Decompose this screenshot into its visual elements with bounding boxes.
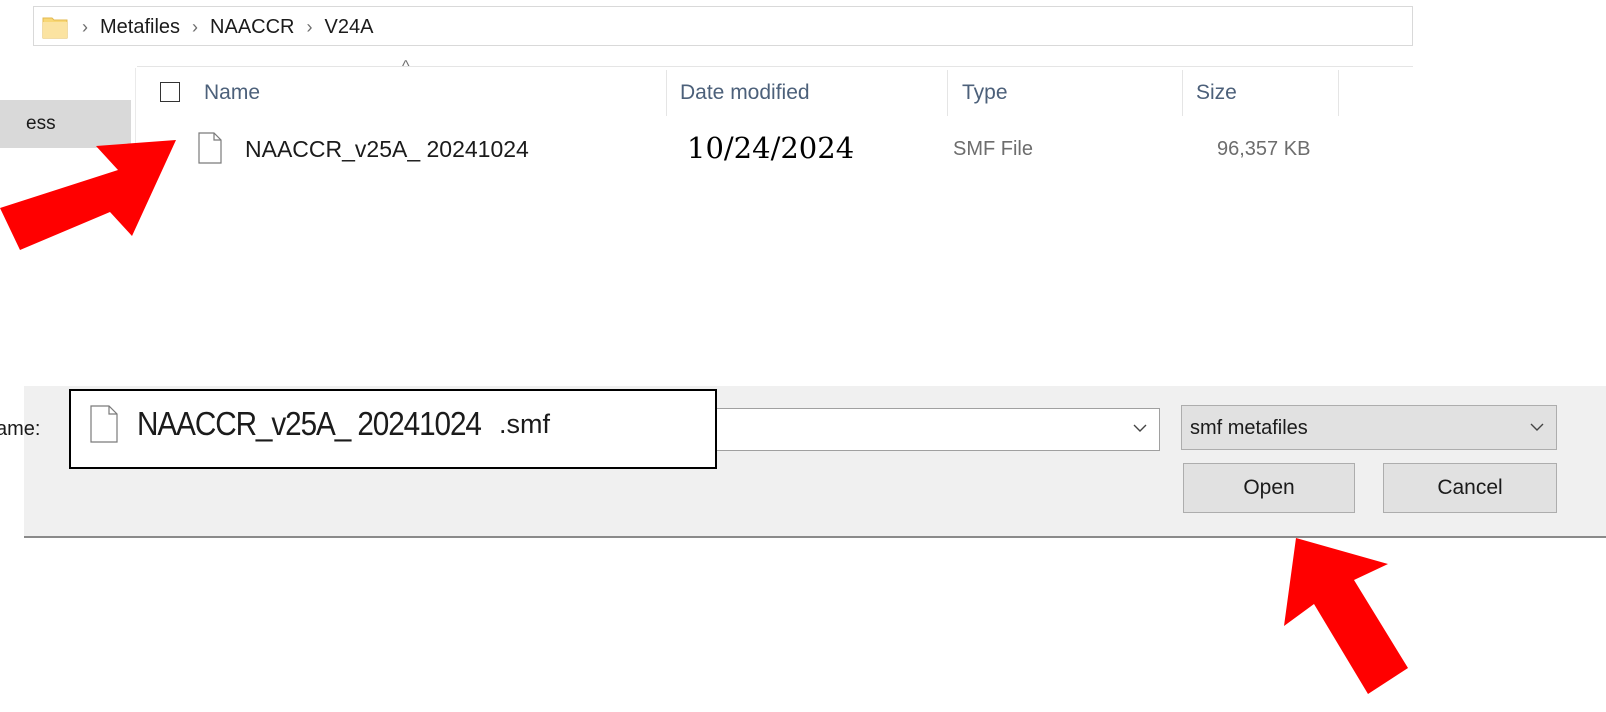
chevron-down-icon[interactable] <box>1131 419 1149 437</box>
column-header-size-label: Size <box>1196 81 1237 104</box>
column-header-type[interactable]: Type <box>962 70 1172 116</box>
cancel-button-label: Cancel <box>1437 476 1503 499</box>
column-header-size[interactable]: Size <box>1196 70 1336 116</box>
file-date-modified: 10/24/2024 <box>687 131 855 165</box>
breadcrumb-v24a[interactable]: V24A <box>324 16 373 39</box>
file-icon <box>198 132 222 164</box>
breadcrumb-naaccr[interactable]: NAACCR <box>210 16 294 39</box>
column-divider[interactable] <box>1338 70 1339 116</box>
filename-input[interactable]: NAACCR_v25A_ 20241024 .smf <box>69 389 717 469</box>
column-header-name[interactable]: Name <box>204 70 664 116</box>
filename-input-base: NAACCR_v25A_ 20241024 <box>137 405 482 442</box>
select-all-checkbox[interactable] <box>160 82 180 102</box>
filename-input-extension: .smf <box>499 409 550 439</box>
column-header-type-label: Type <box>962 81 1008 104</box>
breadcrumb-metafiles[interactable]: Metafiles <box>100 16 180 39</box>
filename-label: ame: <box>0 418 41 440</box>
open-button[interactable]: Open <box>1183 463 1355 513</box>
filetype-select[interactable]: smf metafiles <box>1181 405 1557 450</box>
file-icon <box>90 405 118 443</box>
file-name: NAACCR_v25A_ 20241024 <box>245 136 529 162</box>
file-size: 96,357 KB <box>1217 138 1311 160</box>
breadcrumb: › Metafiles › NAACCR › V24A <box>82 7 373 47</box>
column-header-date-label: Date modified <box>680 81 810 104</box>
column-divider[interactable] <box>666 70 667 116</box>
file-type: SMF File <box>953 138 1033 160</box>
folder-icon <box>42 17 68 39</box>
annotation-arrow-icon <box>1284 538 1408 694</box>
breadcrumb-separator: › <box>82 16 88 37</box>
open-button-label: Open <box>1243 476 1295 499</box>
filename-combobox[interactable] <box>714 408 1160 451</box>
breadcrumb-separator: › <box>192 16 199 37</box>
column-header-date-modified[interactable]: Date modified <box>680 70 940 116</box>
column-divider[interactable] <box>1182 70 1183 116</box>
address-bar[interactable]: › Metafiles › NAACCR › V24A <box>33 6 1413 46</box>
file-row[interactable]: NAACCR_v25A_ 20241024 10/24/2024 SMF Fil… <box>137 124 1413 176</box>
annotation-arrow-icon <box>0 140 176 250</box>
breadcrumb-separator: › <box>306 16 313 37</box>
chevron-down-icon <box>1530 423 1544 431</box>
column-header-name-label: Name <box>204 81 261 104</box>
column-divider[interactable] <box>947 70 948 116</box>
header-top-border <box>137 66 1413 67</box>
file-dialog-screenshot: › Metafiles › NAACCR › V24A ess ^ Name D… <box>0 0 1606 712</box>
filetype-select-value: smf metafiles <box>1190 417 1308 439</box>
cancel-button[interactable]: Cancel <box>1383 463 1557 513</box>
